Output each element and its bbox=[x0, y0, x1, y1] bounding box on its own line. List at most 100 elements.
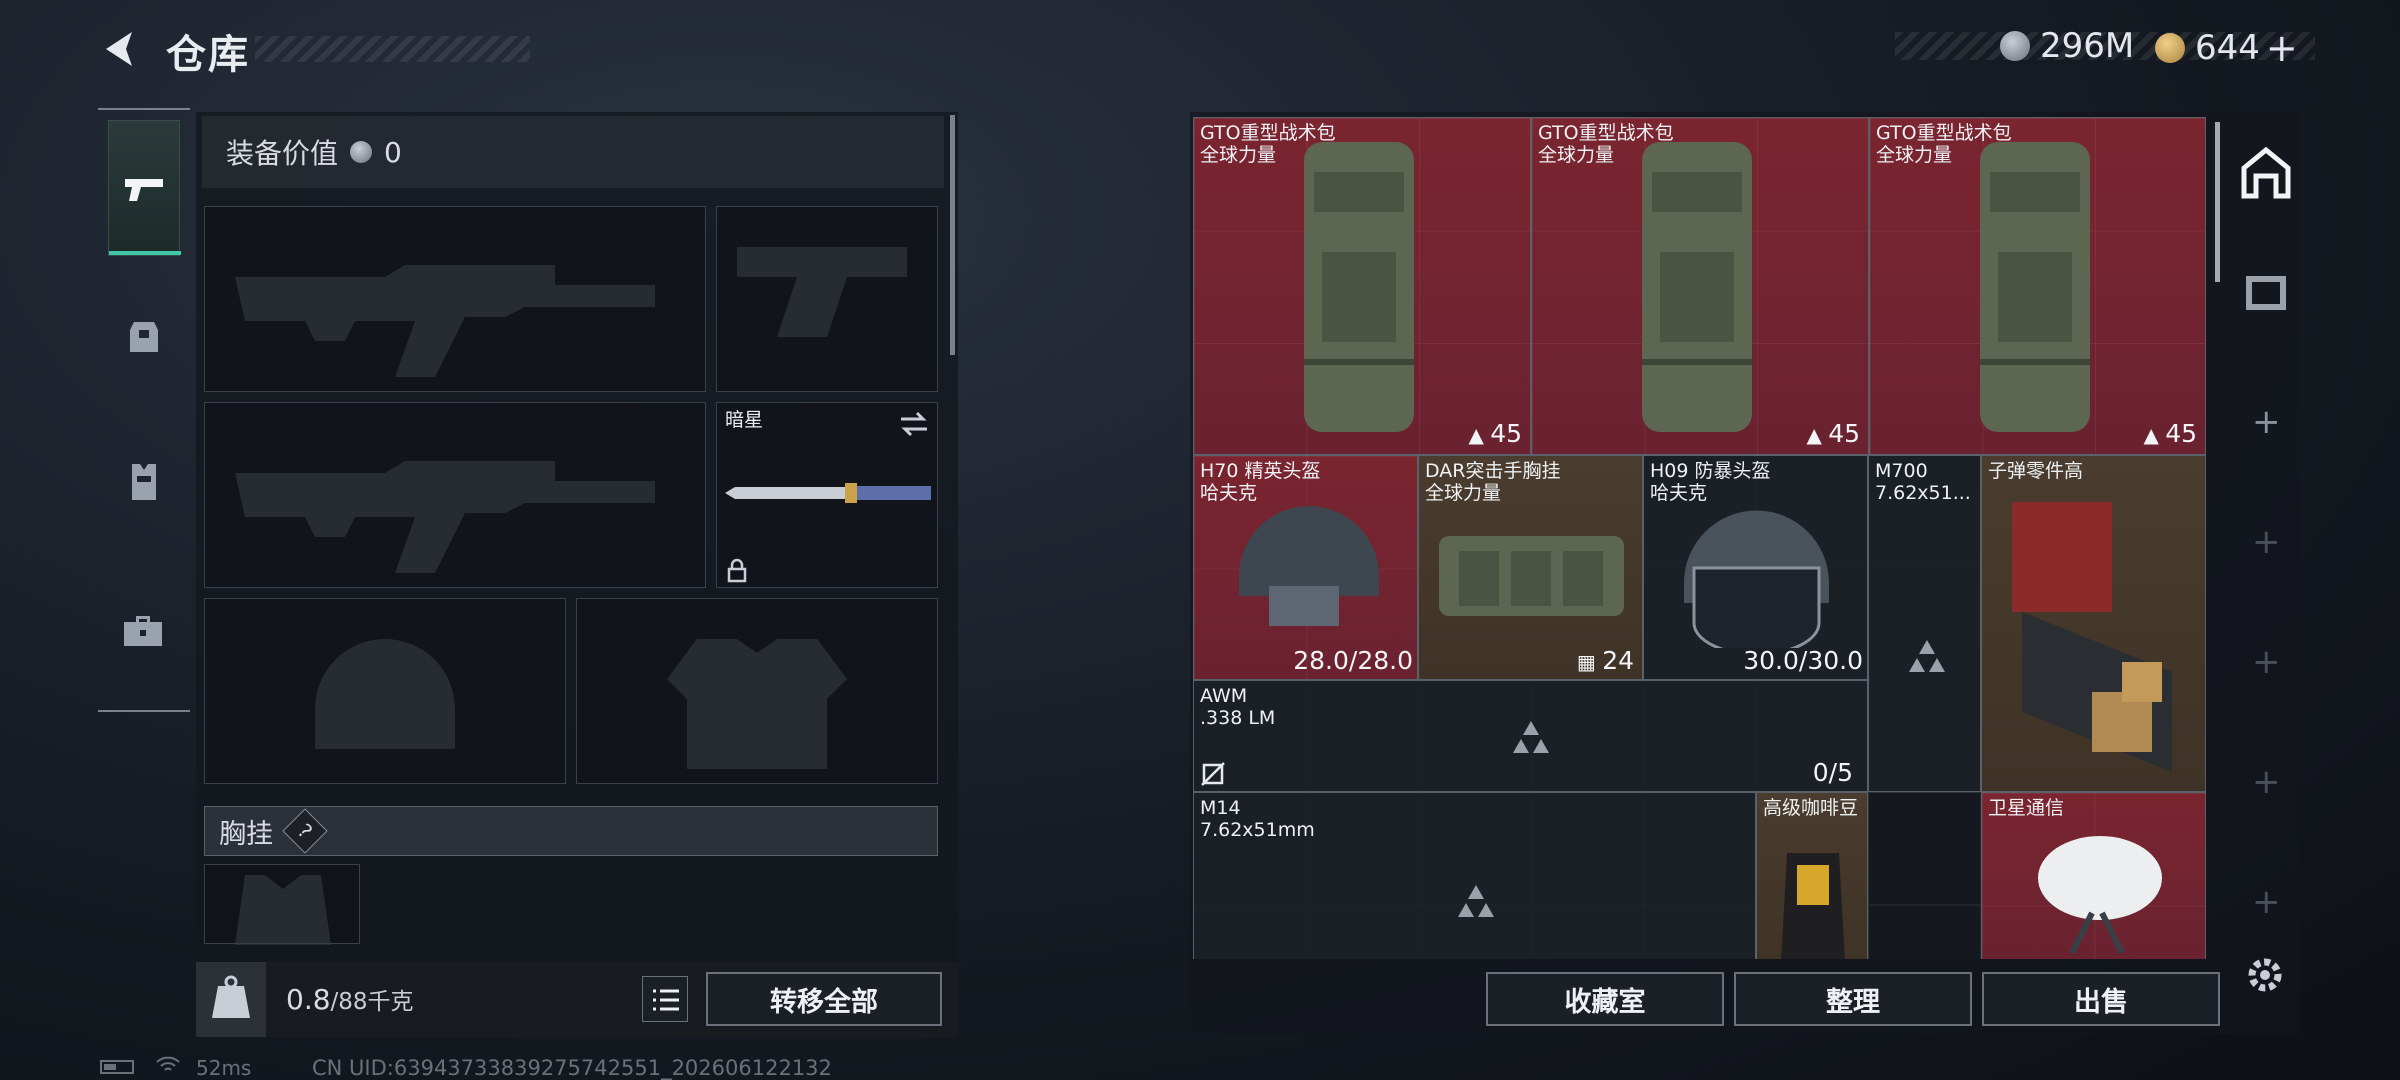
coffee-bag-icon bbox=[1781, 853, 1845, 959]
storage-item-sniper-rifle[interactable]: AWM .338 LM 0/5 bbox=[1193, 680, 1868, 792]
coin-amount: 296M bbox=[2040, 26, 2135, 66]
knife-icon bbox=[725, 483, 931, 503]
sort-button[interactable]: 整理 bbox=[1734, 972, 1972, 1026]
storage-item-helmet[interactable]: H70 精英头盔 哈夫克 28.0/28.0 bbox=[1193, 455, 1418, 680]
ping-text: 52ms bbox=[196, 1056, 252, 1080]
settings-button[interactable] bbox=[2240, 950, 2290, 1000]
ammo-count: 0/5 bbox=[1812, 758, 1853, 787]
satellite-dish-icon bbox=[2038, 836, 2162, 955]
back-arrow-icon bbox=[106, 32, 132, 66]
item-count: ▲ 45 bbox=[1468, 419, 1522, 448]
primary-weapon-slot-1[interactable] bbox=[204, 206, 706, 392]
list-view-button[interactable] bbox=[642, 976, 688, 1022]
page-title: 仓库 bbox=[166, 32, 250, 78]
helmet-silhouette-icon bbox=[315, 639, 455, 749]
item-name: AWM bbox=[1200, 685, 1248, 707]
transfer-all-button[interactable]: 转移全部 bbox=[706, 972, 942, 1026]
storage-item-satellite-comm[interactable]: 卫星通信 bbox=[1981, 792, 2206, 959]
lock-icon bbox=[727, 558, 747, 583]
item-durability: 28.0/28.0 bbox=[1293, 646, 1413, 675]
tactical-backpack-icon bbox=[1304, 142, 1414, 432]
gear-icon bbox=[2248, 958, 2282, 992]
add-storage-tab-4[interactable]: + bbox=[2252, 762, 2281, 802]
item-name: DAR突击手胸挂 bbox=[1425, 460, 1561, 482]
help-icon[interactable]: ? bbox=[282, 808, 328, 854]
sell-button[interactable]: 出售 bbox=[1982, 972, 2220, 1026]
sidearm-slot[interactable] bbox=[716, 206, 938, 392]
item-brand: 全球力量 bbox=[1425, 482, 1502, 504]
equipment-value-bar: 装备价值 0 bbox=[202, 116, 944, 188]
item-caliber: 7.62x51mm bbox=[1200, 819, 1315, 841]
title-decoration bbox=[255, 36, 530, 62]
equipment-value: 0 bbox=[384, 135, 402, 169]
item-name: 卫星通信 bbox=[1988, 797, 2065, 819]
premium-coin-amount: 644 bbox=[2195, 28, 2260, 68]
wifi-icon bbox=[156, 1056, 180, 1071]
item-caliber: .338 LM bbox=[1200, 707, 1276, 729]
uid-text: CN UID:63943733839275742551_202606122132 bbox=[312, 1056, 832, 1080]
empty-weapon-icon bbox=[1909, 640, 1945, 672]
add-storage-tab-5[interactable]: + bbox=[2252, 882, 2281, 922]
slots-icon: ▦ bbox=[1576, 650, 1603, 674]
rifle-silhouette-icon bbox=[235, 265, 655, 377]
storage-item-backpack[interactable]: GTO重型战术包 全球力量 ▲ 45 bbox=[1531, 117, 1869, 455]
add-storage-tab-2[interactable]: + bbox=[2252, 522, 2281, 562]
storage-item-coffee-beans[interactable]: 高级咖啡豆 bbox=[1756, 792, 1868, 959]
collection-room-button[interactable]: 收藏室 bbox=[1486, 972, 1724, 1026]
add-currency-button[interactable]: + bbox=[2266, 26, 2298, 70]
vest-silhouette-icon bbox=[235, 875, 331, 945]
loadout-scrollbar[interactable] bbox=[950, 115, 955, 355]
helmet-slot[interactable] bbox=[204, 598, 566, 784]
swap-icon[interactable] bbox=[897, 409, 931, 439]
storage-tab-secondary[interactable] bbox=[2238, 262, 2294, 318]
storage-item-riot-helmet[interactable]: H09 防暴头盔 哈夫克 30.0/30.0 bbox=[1643, 455, 1868, 680]
chest-rig-slot[interactable] bbox=[204, 864, 360, 945]
weight-current: 0.8 bbox=[286, 983, 331, 1016]
storage-item-rifle[interactable]: M700 7.62x51... bbox=[1868, 455, 1981, 792]
no-repair-icon bbox=[1201, 762, 1225, 786]
storage-item-chest-rig[interactable]: DAR突击手胸挂 全球力量 ▦ 24 bbox=[1418, 455, 1643, 680]
premium-coin-icon bbox=[2155, 33, 2185, 63]
body-armor-slot[interactable] bbox=[576, 598, 938, 784]
list-icon bbox=[653, 989, 679, 1011]
backpack-tab-icon[interactable] bbox=[122, 316, 166, 356]
empty-weapon-icon bbox=[1458, 885, 1494, 917]
vest-tab-icon[interactable] bbox=[122, 460, 166, 504]
ammo-parts-case-icon bbox=[2012, 502, 2172, 772]
weight-icon-box bbox=[196, 962, 266, 1037]
item-name: M700 bbox=[1875, 460, 1928, 482]
storage-item-battle-rifle[interactable]: M14 7.62x51mm bbox=[1193, 792, 1756, 959]
add-storage-tab-1[interactable]: + bbox=[2252, 402, 2281, 442]
item-count: ▦ 24 bbox=[1576, 646, 1634, 675]
back-button[interactable] bbox=[98, 26, 144, 72]
helmet-icon bbox=[1239, 506, 1379, 626]
tab-weapons[interactable] bbox=[108, 120, 181, 256]
storage-item-backpack[interactable]: GTO重型战术包 全球力量 ▲ 45 bbox=[1869, 117, 2206, 455]
coin-icon bbox=[2000, 31, 2030, 61]
chest-rig-header: 胸挂 ? bbox=[204, 806, 938, 856]
riot-helmet-icon bbox=[1684, 510, 1829, 648]
add-storage-tab-3[interactable]: + bbox=[2252, 642, 2281, 682]
pistol-silhouette-icon bbox=[737, 247, 907, 337]
melee-name: 暗星 bbox=[725, 409, 764, 431]
melee-slot[interactable]: 暗星 bbox=[716, 402, 938, 588]
equipment-value-label: 装备价值 bbox=[226, 137, 339, 170]
currency-coin-display: 296M bbox=[2000, 26, 2134, 66]
premium-currency-display[interactable]: 644 + bbox=[2155, 26, 2298, 70]
kg-weight-icon bbox=[212, 975, 250, 1018]
storage-tab-home[interactable] bbox=[2238, 142, 2294, 202]
chest-rig-label: 胸挂 bbox=[219, 818, 273, 850]
item-durability: 30.0/30.0 bbox=[1743, 646, 1863, 675]
tab-active-indicator bbox=[109, 251, 181, 255]
side-tab-bracket-bottom bbox=[98, 710, 190, 712]
battery-icon bbox=[100, 1060, 134, 1074]
item-name: H09 防暴头盔 bbox=[1650, 460, 1771, 482]
storage-item-backpack[interactable]: GTO重型战术包 全球力量 ▲ 45 bbox=[1193, 117, 1531, 455]
case-tab-icon[interactable] bbox=[120, 610, 166, 650]
capacity-icon: ▲ bbox=[1468, 423, 1491, 447]
primary-weapon-slot-2[interactable] bbox=[204, 402, 706, 588]
storage-item-ammo-parts[interactable]: 子弹零件高 bbox=[1981, 455, 2206, 792]
storage-scrollbar[interactable] bbox=[2215, 122, 2220, 282]
tactical-backpack-icon bbox=[1980, 142, 2090, 432]
item-caliber: 7.62x51... bbox=[1875, 482, 1971, 504]
